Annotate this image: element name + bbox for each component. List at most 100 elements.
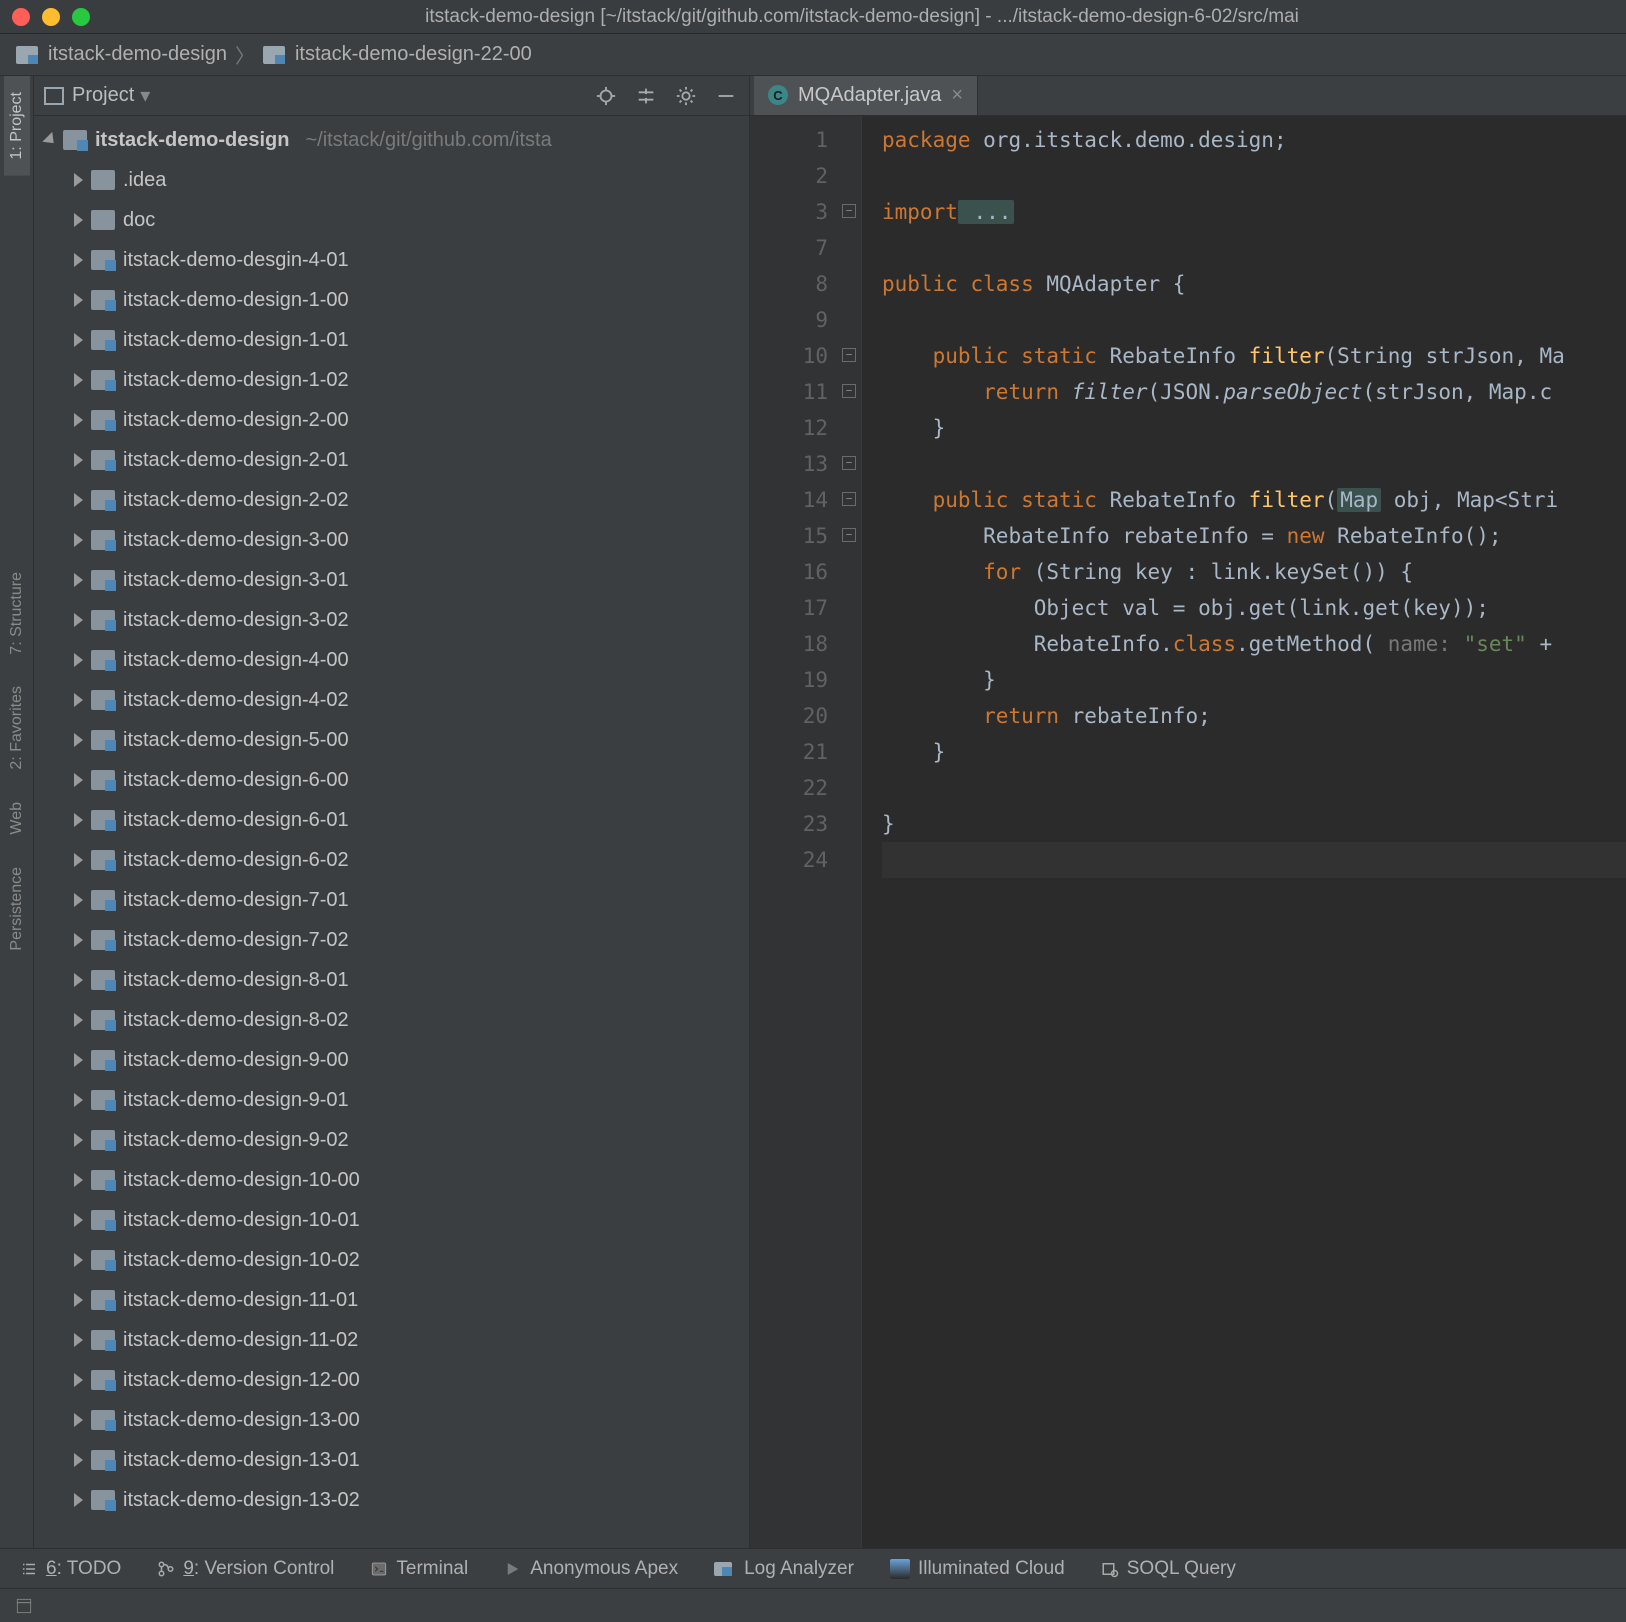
rail-favorites[interactable]: 2: Favorites: [4, 670, 30, 786]
code-area[interactable]: 123789@10111213@1415161718192021222324 −…: [750, 116, 1626, 1548]
expand-arrow-icon[interactable]: [74, 1173, 83, 1187]
expand-arrow-icon[interactable]: [74, 1133, 83, 1147]
tree-item[interactable]: itstack-demo-design-10-00: [34, 1160, 749, 1200]
expand-arrow-icon[interactable]: [74, 933, 83, 947]
expand-arrow-icon[interactable]: [74, 1253, 83, 1267]
expand-arrow-icon[interactable]: [74, 1093, 83, 1107]
log-tool[interactable]: Log Analyzer: [714, 1558, 854, 1580]
expand-arrow-icon[interactable]: [74, 533, 83, 547]
expand-arrow-icon[interactable]: [74, 1053, 83, 1067]
expand-arrow-icon[interactable]: [74, 1493, 83, 1507]
tree-root[interactable]: itstack-demo-design ~/itstack/git/github…: [34, 120, 749, 160]
expand-arrow-icon[interactable]: [74, 453, 83, 467]
tree-item[interactable]: itstack-demo-design-6-01: [34, 800, 749, 840]
tree-item[interactable]: itstack-demo-design-2-00: [34, 400, 749, 440]
close-icon[interactable]: [12, 8, 30, 26]
line-number[interactable]: 20: [750, 698, 828, 734]
rail-persistence[interactable]: Persistence: [4, 851, 30, 967]
breadcrumb-item[interactable]: itstack-demo-design-22-00: [263, 43, 532, 66]
collapse-icon[interactable]: [633, 83, 659, 109]
status-icon[interactable]: [14, 1596, 34, 1616]
todo-tool[interactable]: 6: TODO: [20, 1558, 121, 1580]
line-number[interactable]: 10: [750, 338, 828, 374]
expand-arrow-icon[interactable]: [74, 1373, 83, 1387]
fold-column[interactable]: −−−−−−: [836, 116, 862, 1548]
line-number[interactable]: 9: [750, 302, 828, 338]
tree-item[interactable]: itstack-demo-design-9-02: [34, 1120, 749, 1160]
tree-item[interactable]: itstack-demo-design-7-01: [34, 880, 749, 920]
expand-arrow-icon[interactable]: [74, 173, 83, 187]
tree-item[interactable]: itstack-demo-design-6-00: [34, 760, 749, 800]
line-number[interactable]: 2: [750, 158, 828, 194]
editor-tab[interactable]: C MQAdapter.java ×: [754, 76, 978, 115]
tree-item[interactable]: itstack-demo-design-10-01: [34, 1200, 749, 1240]
line-number[interactable]: 22: [750, 770, 828, 806]
terminal-tool[interactable]: Terminal: [370, 1558, 468, 1580]
tree-item[interactable]: itstack-demo-design-8-02: [34, 1000, 749, 1040]
expand-arrow-icon[interactable]: [74, 973, 83, 987]
fold-toggle[interactable]: −: [842, 384, 856, 398]
expand-arrow-icon[interactable]: [74, 1333, 83, 1347]
line-number[interactable]: 15: [750, 518, 828, 554]
tree-item[interactable]: itstack-demo-design-1-02: [34, 360, 749, 400]
expand-arrow-icon[interactable]: [74, 693, 83, 707]
tree-item[interactable]: itstack-demo-design-13-01: [34, 1440, 749, 1480]
tree-item[interactable]: itstack-demo-design-9-01: [34, 1080, 749, 1120]
expand-arrow-icon[interactable]: [42, 132, 58, 148]
tree-item[interactable]: itstack-demo-design-3-02: [34, 600, 749, 640]
tree-item[interactable]: itstack-demo-design-9-00: [34, 1040, 749, 1080]
tree-item[interactable]: itstack-demo-design-1-00: [34, 280, 749, 320]
fold-toggle[interactable]: −: [842, 456, 856, 470]
expand-arrow-icon[interactable]: [74, 893, 83, 907]
line-number[interactable]: 12: [750, 410, 828, 446]
line-number[interactable]: 24: [750, 842, 828, 878]
fold-toggle[interactable]: −: [842, 348, 856, 362]
line-number[interactable]: 1: [750, 122, 828, 158]
project-tree[interactable]: itstack-demo-design ~/itstack/git/github…: [34, 116, 749, 1548]
expand-arrow-icon[interactable]: [74, 413, 83, 427]
tree-item[interactable]: itstack-demo-design-1-01: [34, 320, 749, 360]
hide-icon[interactable]: [713, 83, 739, 109]
soql-tool[interactable]: SOQL Query: [1101, 1558, 1236, 1580]
breadcrumb-root[interactable]: itstack-demo-design: [16, 43, 227, 66]
rail-structure[interactable]: 7: Structure: [4, 556, 30, 671]
expand-arrow-icon[interactable]: [74, 293, 83, 307]
line-number[interactable]: 18: [750, 626, 828, 662]
tree-item[interactable]: itstack-demo-design-5-00: [34, 720, 749, 760]
apex-tool[interactable]: Anonymous Apex: [504, 1558, 678, 1580]
tree-item[interactable]: itstack-demo-design-4-02: [34, 680, 749, 720]
expand-arrow-icon[interactable]: [74, 813, 83, 827]
maximize-icon[interactable]: [72, 8, 90, 26]
line-number[interactable]: 21: [750, 734, 828, 770]
expand-arrow-icon[interactable]: [74, 653, 83, 667]
tree-item[interactable]: itstack-demo-desgin-4-01: [34, 240, 749, 280]
minimize-icon[interactable]: [42, 8, 60, 26]
line-number[interactable]: 14: [750, 482, 828, 518]
code-content[interactable]: package org.itstack.demo.design; import …: [862, 116, 1626, 1548]
tree-item[interactable]: doc: [34, 200, 749, 240]
expand-arrow-icon[interactable]: [74, 773, 83, 787]
fold-toggle[interactable]: −: [842, 528, 856, 542]
expand-arrow-icon[interactable]: [74, 1013, 83, 1027]
tree-item[interactable]: itstack-demo-design-8-01: [34, 960, 749, 1000]
expand-arrow-icon[interactable]: [74, 1213, 83, 1227]
vcs-tool[interactable]: 9: Version Control: [157, 1558, 334, 1580]
rail-project[interactable]: 1: Project: [4, 76, 30, 176]
tree-item[interactable]: itstack-demo-design-2-01: [34, 440, 749, 480]
expand-arrow-icon[interactable]: [74, 613, 83, 627]
tree-item[interactable]: itstack-demo-design-6-02: [34, 840, 749, 880]
line-number[interactable]: 17: [750, 590, 828, 626]
expand-arrow-icon[interactable]: [74, 853, 83, 867]
expand-arrow-icon[interactable]: [74, 733, 83, 747]
pane-title[interactable]: Project: [72, 84, 134, 107]
tree-item[interactable]: itstack-demo-design-7-02: [34, 920, 749, 960]
rail-web[interactable]: Web: [4, 786, 30, 851]
expand-arrow-icon[interactable]: [74, 493, 83, 507]
fold-toggle[interactable]: −: [842, 492, 856, 506]
line-number[interactable]: 16: [750, 554, 828, 590]
locate-icon[interactable]: [593, 83, 619, 109]
chevron-down-icon[interactable]: ▾: [140, 83, 150, 108]
expand-arrow-icon[interactable]: [74, 573, 83, 587]
expand-arrow-icon[interactable]: [74, 253, 83, 267]
expand-arrow-icon[interactable]: [74, 333, 83, 347]
